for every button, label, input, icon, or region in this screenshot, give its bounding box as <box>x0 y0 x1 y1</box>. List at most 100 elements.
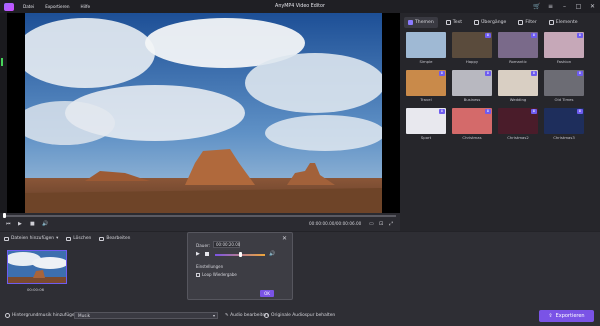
app-logo-icon <box>4 2 14 11</box>
menu-item-exportieren[interactable]: Exportieren <box>45 4 69 9</box>
theme-sport[interactable]: ⬇ Sport <box>406 108 446 140</box>
aspect-ratio-icon[interactable]: ▭ <box>369 221 374 227</box>
tab-uebergaenge[interactable]: Übergänge <box>470 17 510 28</box>
themes-icon <box>408 19 413 25</box>
close-icon[interactable]: ✕ <box>589 2 596 11</box>
theme-wedding[interactable]: ⬇ Wedding <box>498 70 538 102</box>
theme-thumbnail: ⬇ <box>406 108 446 134</box>
chevron-down-icon: ▾ <box>212 313 215 318</box>
duration-field[interactable]: 00:00:20.00 <box>213 241 240 248</box>
loop-toggle[interactable]: Loop Wiedergabe <box>196 272 237 277</box>
close-icon[interactable]: ✕ <box>282 235 287 242</box>
app-window: Datei Exportieren Hilfe AnyMP4 Video Edi… <box>0 0 600 326</box>
download-icon[interactable]: ⬇ <box>485 71 491 76</box>
theme-old-times[interactable]: ⬇ Old Times <box>544 70 584 102</box>
theme-thumbnail: ⬇ <box>544 70 584 96</box>
title-bar: Datei Exportieren Hilfe AnyMP4 Video Edi… <box>0 0 600 13</box>
audio-edit-popup: ✕ Dauer: 00:00:20.00 ▶ 🔊 Einstellungen L… <box>187 232 293 300</box>
theme-happy[interactable]: ⬇ Happy <box>452 32 492 64</box>
download-icon[interactable]: ⬇ <box>531 71 537 76</box>
export-button[interactable]: ⇪ Exportieren <box>539 310 594 322</box>
theme-thumbnail: ⬇ <box>544 108 584 134</box>
edit-button[interactable]: Bearbeiten <box>99 236 130 241</box>
progress-handle[interactable] <box>3 213 6 218</box>
background-music-toggle[interactable]: Hintergrundmusik hinzufügen: <box>5 313 79 318</box>
tab-text[interactable]: Text <box>442 17 466 28</box>
tab-filter[interactable]: Filter <box>514 17 540 28</box>
music-checkbox[interactable] <box>5 313 10 318</box>
download-icon[interactable]: ⬇ <box>439 109 445 114</box>
theme-travel[interactable]: ⬇ Travel <box>406 70 446 102</box>
theme-thumbnail: ⬇ <box>498 32 538 58</box>
play-icon[interactable]: ▶ <box>196 251 200 257</box>
theme-thumbnail: ⬇ <box>406 70 446 96</box>
player-controls: ⏮ ▶ ■ 🔊 00:00:00.00/00:00:06.00 ▭ ⊡ ⤢ <box>0 213 400 231</box>
maximize-icon[interactable]: □ <box>575 2 582 11</box>
tab-themen[interactable]: Themen <box>404 16 438 28</box>
clip-thumbnail <box>8 251 66 283</box>
audio-edit-button[interactable]: ✎ Audio bearbeiten <box>225 313 268 318</box>
cart-icon[interactable]: 🛒 <box>533 2 540 11</box>
export-icon: ⇪ <box>548 313 553 319</box>
music-select[interactable]: Musik ▾ <box>74 312 218 319</box>
stop-icon[interactable] <box>205 252 209 256</box>
theme-simple[interactable]: Simple <box>406 32 446 64</box>
play-icon[interactable]: ▶ <box>18 221 22 227</box>
clip-duration: 00:00:06 <box>27 287 45 292</box>
theme-fashion[interactable]: ⬇ Fashion <box>544 32 584 64</box>
menu-item-hilfe[interactable]: Hilfe <box>81 4 91 9</box>
trash-icon <box>66 236 72 241</box>
volume-icon[interactable]: 🔊 <box>269 251 275 257</box>
chevron-down-icon: ▾ <box>56 236 59 241</box>
download-icon[interactable]: ⬇ <box>439 71 445 76</box>
audio-track-handle[interactable] <box>239 252 242 257</box>
timeline-strip <box>0 13 7 213</box>
effects-panel: Themen Text Übergänge Filter Elemente Si… <box>400 13 600 231</box>
download-icon[interactable]: ⬇ <box>485 109 491 114</box>
duration-label: Dauer: <box>196 243 211 248</box>
download-icon[interactable]: ⬇ <box>577 71 583 76</box>
media-clip[interactable] <box>7 250 67 284</box>
ok-button[interactable]: OK <box>260 290 274 297</box>
fullscreen-icon[interactable]: ⤢ <box>389 221 393 227</box>
theme-thumbnail <box>406 32 446 58</box>
download-icon[interactable]: ⬇ <box>577 33 583 38</box>
keep-audio-checkbox[interactable] <box>264 313 269 318</box>
add-files-button[interactable]: Dateien hinzufügen ▾ <box>4 236 58 241</box>
elements-icon <box>548 19 554 25</box>
panel-tabs: Themen Text Übergänge Filter Elemente <box>400 15 600 29</box>
snapshot-icon[interactable]: ⊡ <box>379 221 383 227</box>
theme-thumbnail: ⬇ <box>544 32 584 58</box>
tab-elemente[interactable]: Elemente <box>545 17 582 28</box>
theme-christmas3[interactable]: ⬇ Christmas3 <box>544 108 584 140</box>
transitions-icon <box>474 19 480 25</box>
menu-bar: Datei Exportieren Hilfe <box>23 4 90 9</box>
theme-thumbnail: ⬇ <box>498 108 538 134</box>
theme-christmas2[interactable]: ⬇ Christmas2 <box>498 108 538 140</box>
download-icon[interactable]: ⬇ <box>531 33 537 38</box>
edit-icon <box>99 236 105 241</box>
delete-button[interactable]: Löschen <box>66 236 91 241</box>
keep-audio-toggle[interactable]: Originale Audiospur behalten <box>264 313 335 318</box>
theme-thumbnail: ⬇ <box>452 70 492 96</box>
menu-icon[interactable]: ≡ <box>547 2 554 11</box>
theme-christmas[interactable]: ⬇ Christmas <box>452 108 492 140</box>
folder-icon <box>4 236 9 241</box>
text-icon <box>445 19 451 25</box>
theme-business[interactable]: ⬇ Business <box>452 70 492 102</box>
menu-item-datei[interactable]: Datei <box>23 4 34 9</box>
theme-grid: Simple ⬇ Happy ⬇ Romantic ⬇ Fashion ⬇ Travel… <box>406 32 596 140</box>
loop-checkbox[interactable] <box>196 272 200 277</box>
theme-romantic[interactable]: ⬇ Romantic <box>498 32 538 64</box>
settings-label: Einstellungen <box>196 264 224 269</box>
audio-edit-icon: ✎ <box>225 313 229 318</box>
download-icon[interactable]: ⬇ <box>531 109 537 114</box>
media-toolbar: Dateien hinzufügen ▾ Löschen Bearbeiten <box>4 236 130 241</box>
previous-icon[interactable]: ⏮ <box>6 221 11 227</box>
download-icon[interactable]: ⬇ <box>577 109 583 114</box>
progress-bar[interactable] <box>4 215 396 217</box>
stop-icon[interactable]: ■ <box>30 221 35 227</box>
volume-icon[interactable]: 🔊 <box>42 221 48 227</box>
download-icon[interactable]: ⬇ <box>485 33 491 38</box>
minimize-icon[interactable]: – <box>561 2 568 11</box>
